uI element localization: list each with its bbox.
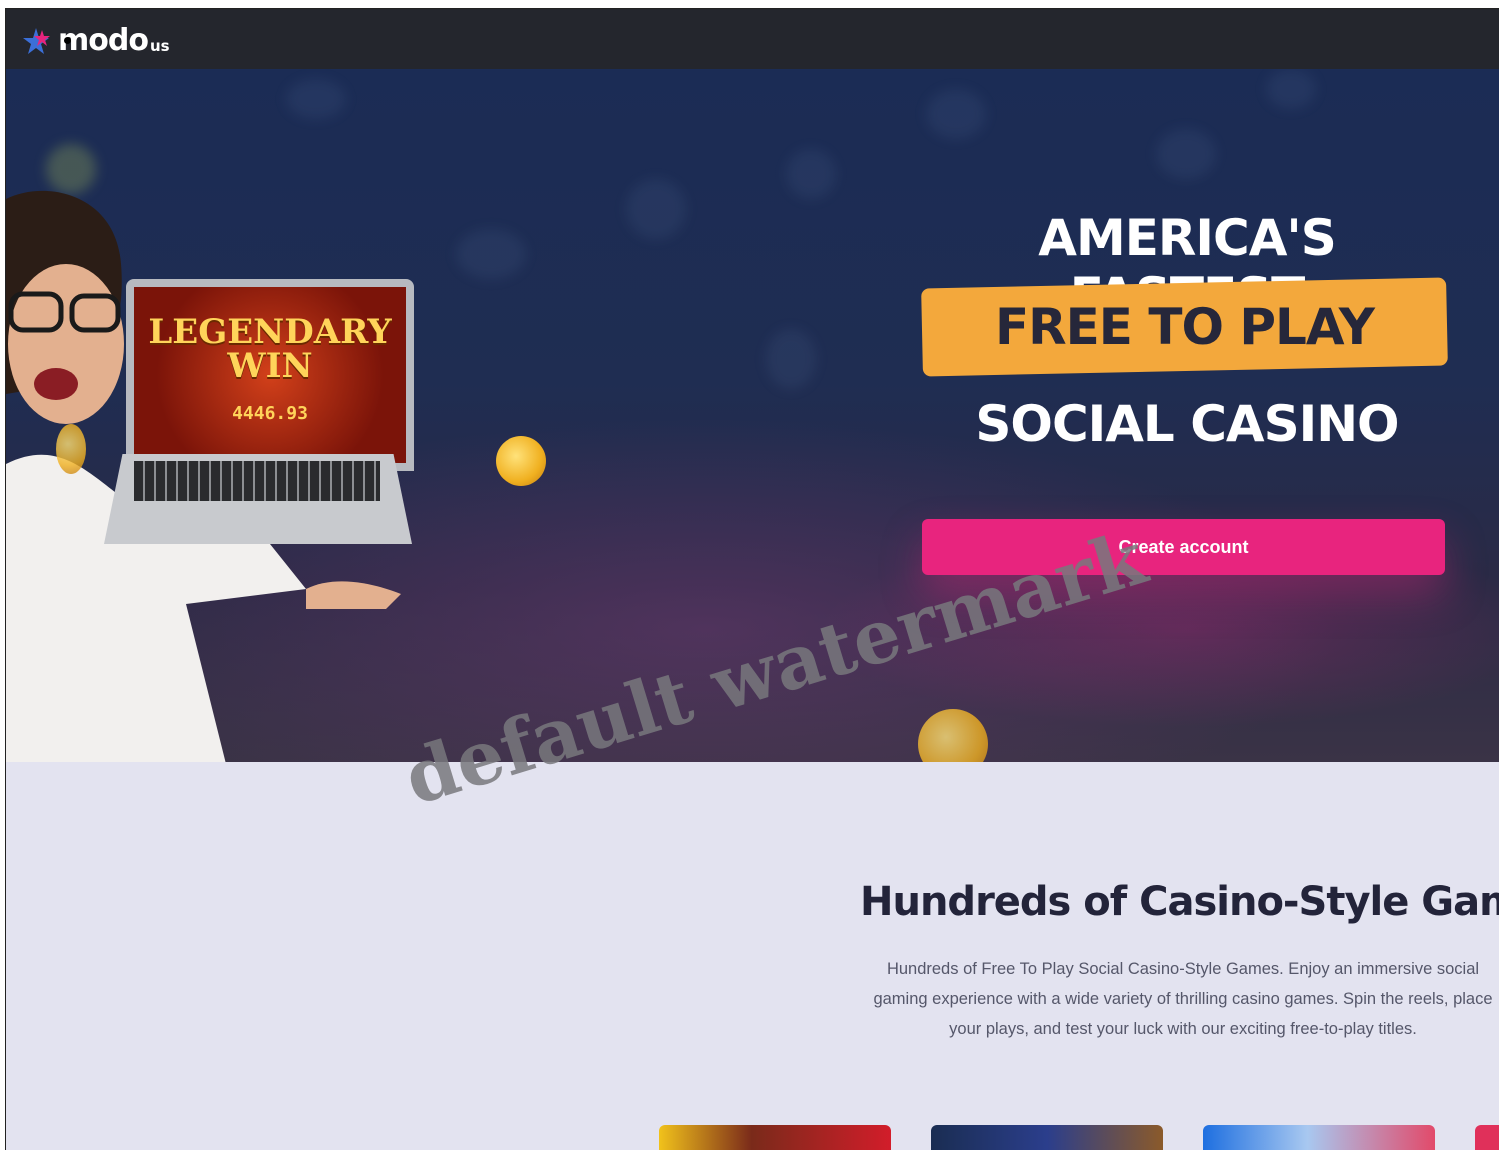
coin-icon: [496, 436, 546, 486]
badge-text: FREE TO PLAY: [994, 298, 1374, 357]
game-tile[interactable]: [659, 1125, 891, 1150]
games-section-description: Hundreds of Free To Play Social Casino-S…: [873, 960, 1493, 1038]
bokeh-light: [1266, 69, 1316, 109]
brand-logo[interactable]: modo us: [22, 23, 170, 58]
bokeh-light: [926, 89, 986, 139]
page-frame: modo us LEGENDARY WIN 4446.93 AMERICA'S …: [5, 8, 1499, 1150]
game-tile[interactable]: [1203, 1125, 1435, 1150]
coin-icon: [56, 424, 86, 474]
bokeh-light: [626, 179, 686, 239]
brand-name: modo: [58, 23, 149, 58]
laptop-amount: 4446.93: [232, 403, 308, 424]
star-logo-icon: [23, 27, 50, 54]
game-tile[interactable]: [931, 1125, 1163, 1150]
laptop-keyboard: [134, 461, 380, 501]
hero-headline-line3: SOCIAL CASINO: [975, 395, 1399, 453]
bokeh-light: [786, 149, 836, 199]
laptop-screen: LEGENDARY WIN 4446.93: [126, 279, 414, 471]
coin-icon: [918, 709, 988, 762]
bokeh-light: [1156, 129, 1216, 179]
games-section-title: Hundreds of Casino-Style Games: [860, 879, 1499, 925]
cursor-dot: [64, 37, 71, 44]
hero-banner: LEGENDARY WIN 4446.93 AMERICA'S FASTEST …: [6, 69, 1499, 762]
create-account-button[interactable]: Create account: [922, 519, 1445, 575]
free-to-play-badge: FREE TO PLAY: [921, 277, 1448, 377]
brand-suffix: us: [149, 36, 170, 55]
top-navbar: modo us: [6, 9, 1499, 69]
bokeh-light: [766, 329, 816, 389]
bokeh-light: [456, 229, 526, 279]
game-tile[interactable]: [1475, 1125, 1499, 1150]
bokeh-light: [286, 79, 346, 119]
laptop-win-text: LEGENDARY WIN: [148, 312, 392, 386]
